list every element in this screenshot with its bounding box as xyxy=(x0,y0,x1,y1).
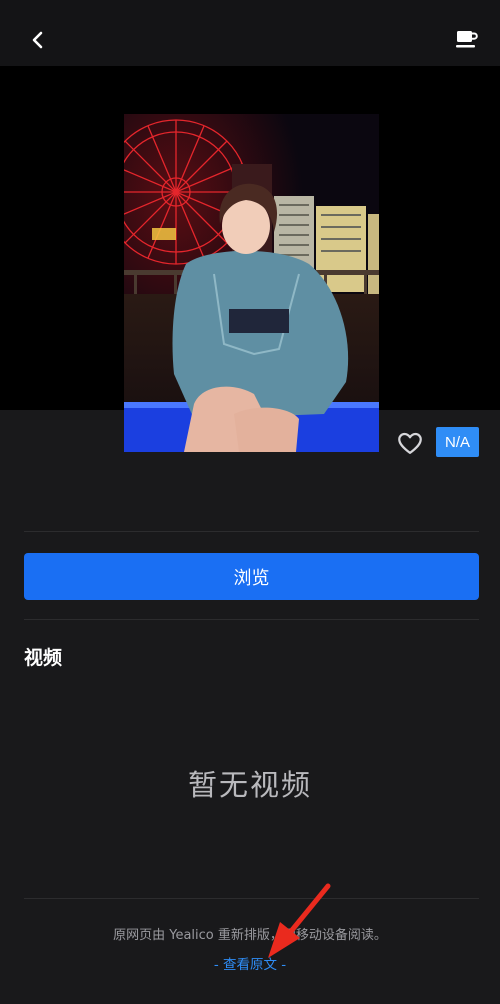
rating-badge[interactable]: N/A xyxy=(436,427,479,457)
actions-row: N/A xyxy=(0,410,500,532)
divider xyxy=(24,898,479,899)
divider xyxy=(24,531,479,532)
browse-button[interactable]: 浏览 xyxy=(24,553,479,600)
footer-note: 原网页由 Yealico 重新排版，便移动设备阅读。 xyxy=(113,928,387,943)
heart-outline-icon xyxy=(398,432,422,455)
top-bar xyxy=(0,0,500,66)
divider xyxy=(24,619,479,620)
hero-image-area xyxy=(0,66,500,452)
video-section-title: 视频 xyxy=(24,647,63,669)
view-original-link[interactable]: - 查看原文 - xyxy=(0,953,500,973)
favorite-button[interactable] xyxy=(396,429,424,457)
no-video-message: 暂无视频 xyxy=(187,768,312,802)
cover-photo[interactable] xyxy=(124,114,379,452)
chevron-left-icon xyxy=(32,31,43,49)
cover-photo-illustration xyxy=(124,114,379,452)
coffee-cup-icon xyxy=(456,31,478,48)
coffee-button[interactable] xyxy=(452,24,482,54)
back-button[interactable] xyxy=(22,24,54,56)
